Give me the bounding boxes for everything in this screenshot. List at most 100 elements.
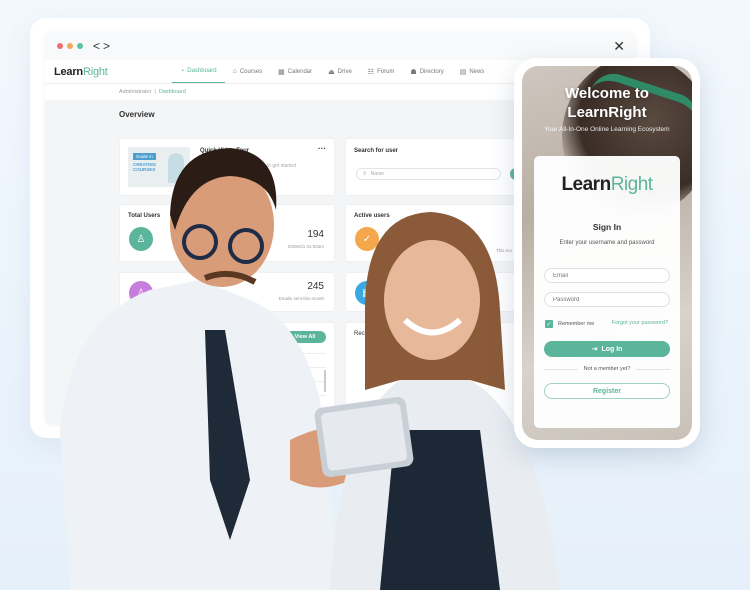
list-table bbox=[250, 353, 326, 413]
stats-toggle bbox=[480, 281, 494, 305]
minimize-dot-icon[interactable] bbox=[67, 43, 73, 49]
welcome-line: LearnRight bbox=[567, 104, 647, 121]
calendar-icon: ▦ bbox=[278, 68, 285, 76]
search-user-card: Search for user ⚲ Name bbox=[345, 138, 522, 196]
nav-calendar[interactable]: ▦ Calendar bbox=[270, 60, 320, 83]
main-nav: ◔ Dashboard ⌂ Courses ▦ Calendar ⏏ Drive ☷ Fo… bbox=[172, 60, 492, 83]
total-users-title: Total Users bbox=[128, 213, 161, 219]
search-card-title: Search for user bbox=[354, 148, 399, 154]
nav-dashboard[interactable]: ◔ Dashboard bbox=[172, 60, 225, 83]
sign-in-title: Sign In bbox=[592, 222, 622, 232]
email-field[interactable] bbox=[544, 268, 670, 283]
breadcrumb-current: Dashboard bbox=[158, 89, 186, 95]
divider-line bbox=[544, 368, 578, 370]
phone-screen: Welcome to LearnRight Your All-In-One On… bbox=[522, 66, 692, 440]
nav-label: Forum bbox=[377, 68, 395, 75]
nav-label: Drive bbox=[337, 68, 352, 75]
breadcrumb-root[interactable]: Administrator bbox=[119, 89, 151, 95]
login-label: Log In bbox=[601, 345, 623, 353]
check-circle-icon: ✓ bbox=[355, 227, 379, 251]
emails-card: ♙ 245 Emails sent this month bbox=[119, 272, 335, 312]
not-member-text: Not a member yet? bbox=[583, 366, 631, 372]
browser-titlebar: <> ✕ bbox=[45, 32, 635, 60]
user-add-icon: ♙ bbox=[129, 281, 153, 305]
forum-icon: ☷ bbox=[367, 68, 375, 76]
more-options-icon[interactable]: ··· bbox=[318, 144, 326, 153]
total-users-timestamp: 03/06/21 01:02am bbox=[287, 244, 324, 249]
nav-drive[interactable]: ⏏ Drive bbox=[320, 60, 360, 83]
video-thumbnail[interactable]: Guide in CREATING COURSES bbox=[128, 147, 190, 187]
search-placeholder: Name bbox=[370, 171, 385, 177]
total-users-value: 194 bbox=[307, 229, 324, 240]
list-row[interactable] bbox=[250, 354, 326, 368]
emails-value: 245 bbox=[307, 281, 324, 292]
video-card-description: Watch our quick video tutorial to get st… bbox=[200, 163, 296, 176]
drive-icon: ⏏ bbox=[328, 68, 335, 76]
active-users-sub: This mo bbox=[495, 248, 512, 253]
video-card-title: Quick Video Tour bbox=[200, 148, 250, 154]
chart-icon: ▦ bbox=[355, 281, 379, 305]
login-button[interactable]: ⇥ Log In bbox=[544, 341, 670, 357]
nav-label: Courses bbox=[239, 68, 263, 75]
thumbnail-text: CREATING COURSES bbox=[133, 162, 156, 172]
list-row[interactable] bbox=[250, 368, 326, 382]
remember-checkbox[interactable]: ✓ bbox=[545, 320, 553, 328]
thumbnail-line: COURSES bbox=[133, 167, 156, 172]
breadcrumb-separator: | bbox=[154, 89, 156, 95]
news-icon: ▤ bbox=[459, 68, 467, 76]
chevron-left-icon[interactable]: < bbox=[93, 39, 103, 53]
password-field[interactable] bbox=[544, 292, 670, 307]
logo-light: Right bbox=[610, 174, 653, 195]
emails-sub: Emails sent this month bbox=[278, 296, 324, 301]
video-tour-card: Guide in CREATING COURSES Quick Video To… bbox=[119, 138, 335, 196]
total-users-card: Total Users ♙ 194 03/06/21 01:02am bbox=[119, 204, 335, 262]
recent-card: Rece bbox=[345, 322, 515, 424]
chevron-right-icon[interactable]: > bbox=[103, 39, 113, 53]
nav-news[interactable]: ▤ News bbox=[452, 60, 493, 83]
nav-label: Dashboard bbox=[187, 68, 217, 74]
active-users-title: Active users bbox=[354, 213, 390, 219]
logo-bold: Learn bbox=[561, 174, 611, 195]
divider: Not a member yet? bbox=[544, 366, 670, 372]
recent-title: Rece bbox=[354, 331, 369, 337]
nav-directory[interactable]: ☗ Directory bbox=[402, 60, 451, 83]
list-row[interactable] bbox=[250, 382, 326, 396]
remember-me[interactable]: ✓ Remember me bbox=[545, 320, 594, 328]
scrollbar[interactable] bbox=[324, 370, 326, 392]
phone-mockup: Welcome to LearnRight Your All-In-One On… bbox=[514, 58, 700, 448]
app-logo[interactable]: LearnRight bbox=[54, 66, 172, 78]
sign-in-icon: ⇥ bbox=[591, 346, 598, 353]
sign-in-subtitle: Enter your username and password bbox=[559, 240, 655, 246]
nav-courses[interactable]: ⌂ Courses bbox=[225, 60, 271, 83]
maximize-dot-icon[interactable] bbox=[77, 43, 83, 49]
gauge-icon: ◔ bbox=[180, 67, 185, 75]
logo-light: Right bbox=[82, 65, 108, 78]
user-icon: ♙ bbox=[129, 227, 153, 251]
remember-label: Remember me bbox=[558, 321, 595, 327]
login-logo: LearnRight bbox=[534, 174, 680, 196]
logo-bold: Learn bbox=[54, 65, 83, 78]
nav-label: News bbox=[469, 68, 485, 75]
nav-forum[interactable]: ☷ Forum bbox=[360, 60, 403, 83]
register-button[interactable]: Register bbox=[544, 383, 670, 399]
browser-nav: <> bbox=[93, 39, 113, 53]
close-icon[interactable]: ✕ bbox=[613, 38, 625, 55]
user-search-input[interactable]: ⚲ Name bbox=[356, 168, 501, 180]
woman-apron bbox=[380, 430, 500, 590]
search-icon: ⚲ bbox=[363, 171, 367, 177]
view-all-button[interactable]: View All bbox=[284, 331, 326, 343]
welcome-heading: Welcome to LearnRight bbox=[522, 84, 692, 122]
close-dot-icon[interactable] bbox=[57, 43, 63, 49]
nav-label: Directory bbox=[419, 68, 444, 75]
directory-icon: ☗ bbox=[410, 68, 417, 76]
nav-label: Calendar bbox=[287, 68, 313, 75]
forgot-password-link[interactable]: Forgot your password? bbox=[612, 320, 668, 326]
divider-line bbox=[636, 368, 670, 370]
login-card: LearnRight Sign In Enter your username a… bbox=[534, 156, 680, 428]
active-users-card: Active users ✓ This mo bbox=[345, 204, 515, 262]
thumbnail-tag: Guide in bbox=[133, 153, 156, 160]
tagline: Your All-In-One Online Learning Ecosyste… bbox=[544, 126, 670, 133]
stats-card: ▦ bbox=[345, 272, 515, 312]
thumbnail-person bbox=[168, 153, 184, 183]
welcome-line: Welcome to bbox=[565, 85, 649, 102]
